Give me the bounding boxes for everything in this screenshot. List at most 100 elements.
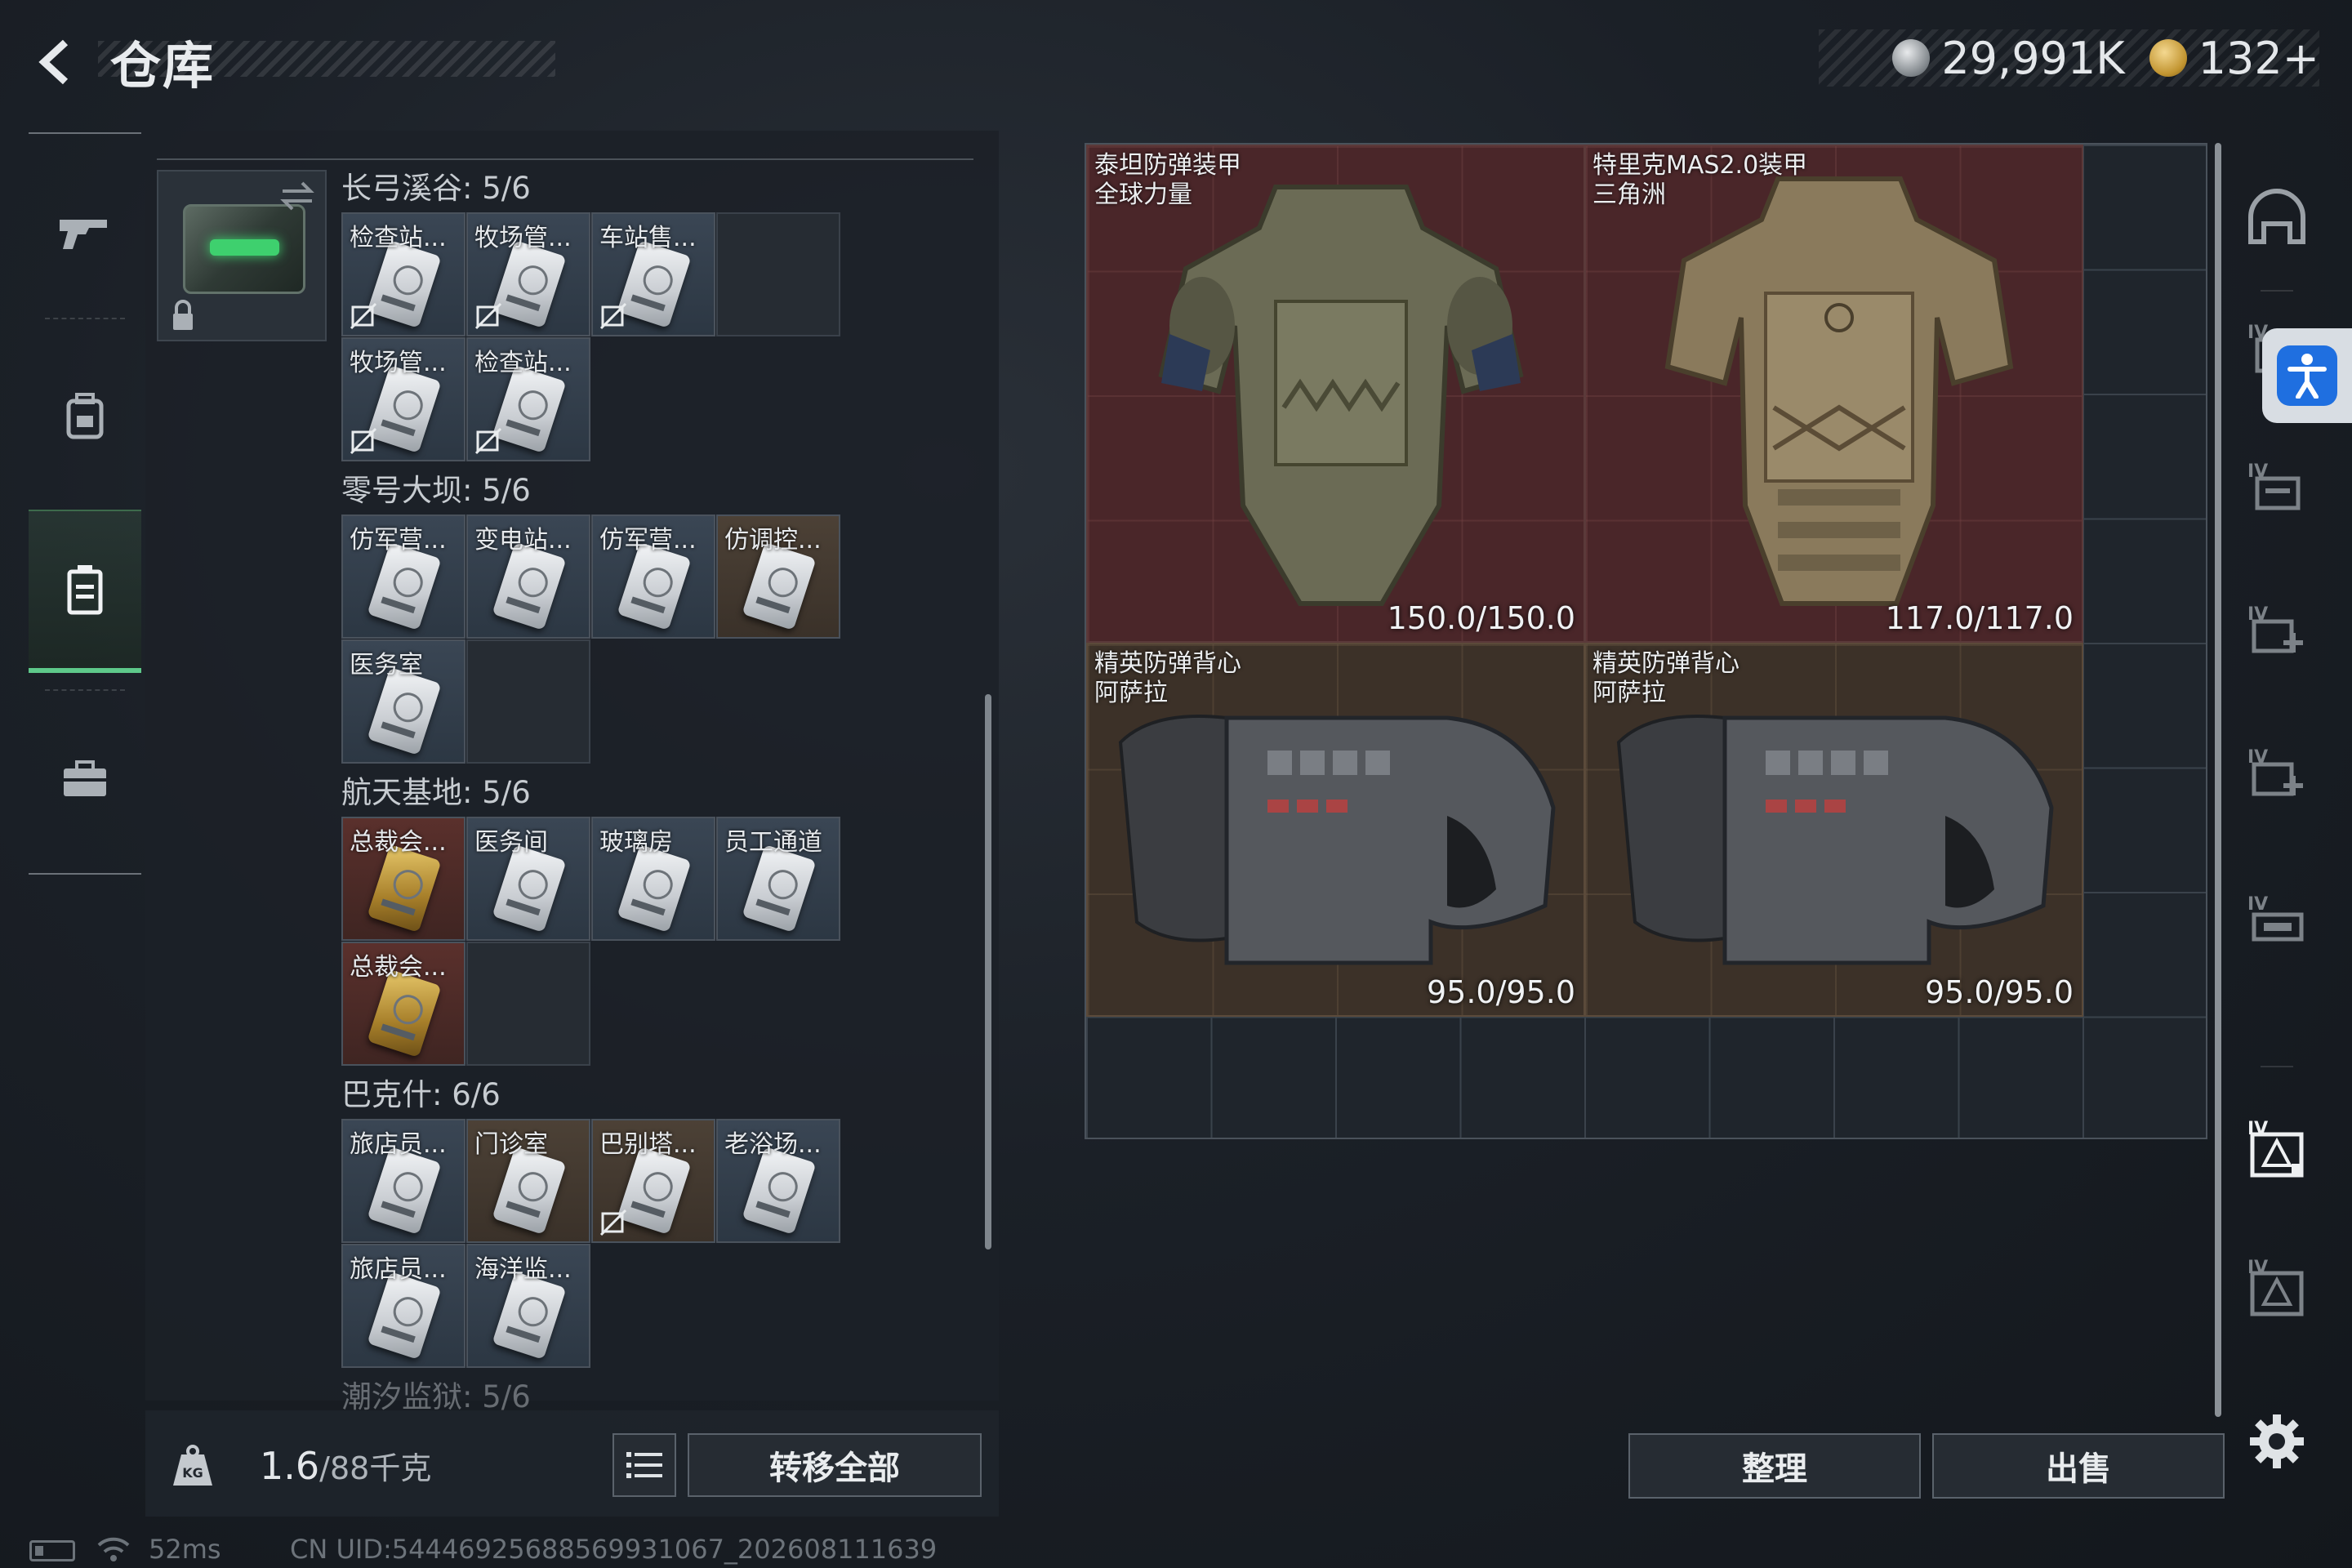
item-label: 总裁会... (350, 828, 447, 857)
armor-item[interactable]: 特里克MAS2.0装甲 三角洲 117.0/117.0 (1584, 145, 2083, 643)
group-title: 长弓溪谷: 5/6 (341, 171, 531, 206)
keycard-item[interactable]: 医务室 (341, 639, 466, 764)
storage-icon (67, 565, 103, 615)
gear-icon (2250, 1414, 2304, 1468)
transfer-all-button[interactable]: 转移全部 (688, 1433, 982, 1497)
unlinked-icon (474, 427, 502, 455)
keycard-case[interactable] (157, 170, 327, 341)
nav-backpack[interactable] (29, 334, 141, 497)
svg-text:IV: IV (2247, 894, 2268, 915)
keycard-item[interactable]: 旅店员... (341, 1244, 466, 1368)
keycard-item[interactable]: 旅店员... (341, 1119, 466, 1243)
accessibility-icon (2287, 354, 2327, 399)
keycard-icon (617, 542, 692, 630)
filter-medical-1[interactable]: IV (2236, 588, 2318, 670)
current-weight: 1.6 (260, 1444, 320, 1488)
body-armor-image (1664, 176, 2014, 606)
keycard-icon (367, 1272, 442, 1360)
accessibility-button[interactable] (2262, 328, 2352, 423)
body-armor-image (1158, 185, 1524, 606)
keycard-item[interactable]: 变电站... (466, 514, 590, 639)
panel-top-divider (157, 131, 973, 160)
item-label: 仿军营... (350, 526, 447, 555)
settings-button[interactable] (2236, 1401, 2318, 1482)
keycard-item[interactable]: 海洋监... (466, 1244, 590, 1368)
page-title: 仓库 (110, 36, 216, 96)
item-label: 海洋监... (474, 1255, 572, 1284)
keycard-item[interactable]: 员工通道 (716, 817, 840, 941)
unlinked-icon (474, 302, 502, 330)
group-title: 巴克什: 6/6 (341, 1077, 501, 1112)
item-label: 仿调控... (724, 526, 822, 555)
filter-backpack[interactable]: IV (2236, 878, 2318, 960)
unlinked-icon (350, 427, 377, 455)
keycard-item[interactable]: 仿调控... (716, 514, 840, 639)
keycard-item[interactable]: 巴别塔... (591, 1119, 715, 1243)
keycard-item[interactable]: 检查站... (341, 212, 466, 336)
stash-grid[interactable]: 泰坦防弹装甲 全球力量 150.0/150.0 特里克MAS2.0装甲 三角洲 11… (1085, 143, 2207, 1139)
keycard-icon (742, 844, 817, 933)
item-label: 门诊室 (474, 1130, 548, 1159)
filter-armor-case-active[interactable]: IV (2236, 1107, 2318, 1188)
filter-chest-rig[interactable]: IV (2236, 445, 2318, 527)
keycard-icon (617, 1147, 692, 1235)
backpack-icon (66, 393, 104, 439)
nav-tools[interactable] (29, 697, 141, 861)
list-view-button[interactable] (612, 1433, 676, 1497)
keycard-item[interactable]: 检查站... (466, 337, 590, 461)
backpack-slot-icon: IV (2247, 894, 2304, 942)
back-arrow-icon (38, 39, 69, 85)
silver-currency[interactable]: 29,991K (1892, 33, 2125, 84)
keycard-icon (742, 1147, 817, 1235)
item-label: 总裁会... (350, 953, 447, 982)
item-label: 旅店员... (350, 1130, 447, 1159)
filter-medical-2[interactable]: IV (2236, 731, 2318, 813)
helmet-icon (2248, 189, 2305, 244)
group-title: 潮汐监狱: 5/6 (341, 1379, 531, 1414)
keycard-item[interactable]: 仿军营... (341, 514, 466, 639)
nav-weapons[interactable] (29, 150, 141, 314)
group-title: 零号大坝: 5/6 (341, 473, 531, 508)
keycard-item[interactable]: 牧场管... (341, 337, 466, 461)
armor-case-icon: IV (2247, 1258, 2304, 1316)
nav-storage[interactable] (29, 510, 141, 673)
keycard-icon (492, 542, 567, 630)
briefcase-icon (64, 760, 106, 796)
sort-button[interactable]: 整理 (1628, 1433, 1921, 1499)
keycard-case-image (183, 204, 305, 294)
item-label: 检查站... (350, 224, 447, 252)
sell-button[interactable]: 出售 (1932, 1433, 2225, 1499)
stash-scrollbar[interactable] (2215, 143, 2221, 1417)
keycard-item[interactable]: 车站售... (591, 212, 715, 336)
keycard-item[interactable]: 医务间 (466, 817, 590, 941)
armor-item[interactable]: 泰坦防弹装甲 全球力量 150.0/150.0 (1086, 145, 1585, 643)
svg-text:KG: KG (182, 1465, 203, 1481)
medkit-slot-icon: IV (2247, 747, 2303, 796)
keycard-icon (492, 1147, 567, 1235)
keycard-icon (492, 1272, 567, 1360)
silver-coin-icon (1892, 39, 1931, 77)
container-scrollbar[interactable] (985, 694, 991, 1250)
filter-helmet[interactable] (2236, 176, 2318, 257)
gold-currency[interactable]: 132+ (2149, 33, 2319, 84)
gold-coin-icon (2149, 39, 2187, 77)
swap-icon[interactable] (278, 180, 317, 212)
weight-readout: 1.6/88千克 (260, 1443, 431, 1488)
keycard-item[interactable]: 总裁会... (341, 942, 466, 1066)
filter-armor-case[interactable]: IV (2236, 1245, 2318, 1327)
keycard-item[interactable]: 玻璃房 (591, 817, 715, 941)
keycard-item[interactable]: 总裁会... (341, 817, 466, 941)
keycard-item[interactable]: 门诊室 (466, 1119, 590, 1243)
keycard-item[interactable]: 老浴场... (716, 1119, 840, 1243)
item-label: 玻璃房 (599, 828, 673, 857)
keycard-item[interactable]: 仿军营... (591, 514, 715, 639)
armor-item[interactable]: 精英防弹背心 阿萨拉 95.0/95.0 (1086, 643, 1585, 1017)
keycard-item[interactable]: 牧场管... (466, 212, 590, 336)
keycard-icon (367, 542, 442, 630)
user-uid: CN UID:5444692568856993106​7_20260811163… (290, 1534, 938, 1565)
weight-icon: KG (173, 1445, 212, 1486)
armor-item[interactable]: 精英防弹背心 阿萨拉 95.0/95.0 (1584, 643, 2083, 1017)
back-button[interactable] (24, 29, 90, 95)
vest-image (1616, 715, 2054, 965)
lock-icon (173, 300, 193, 330)
